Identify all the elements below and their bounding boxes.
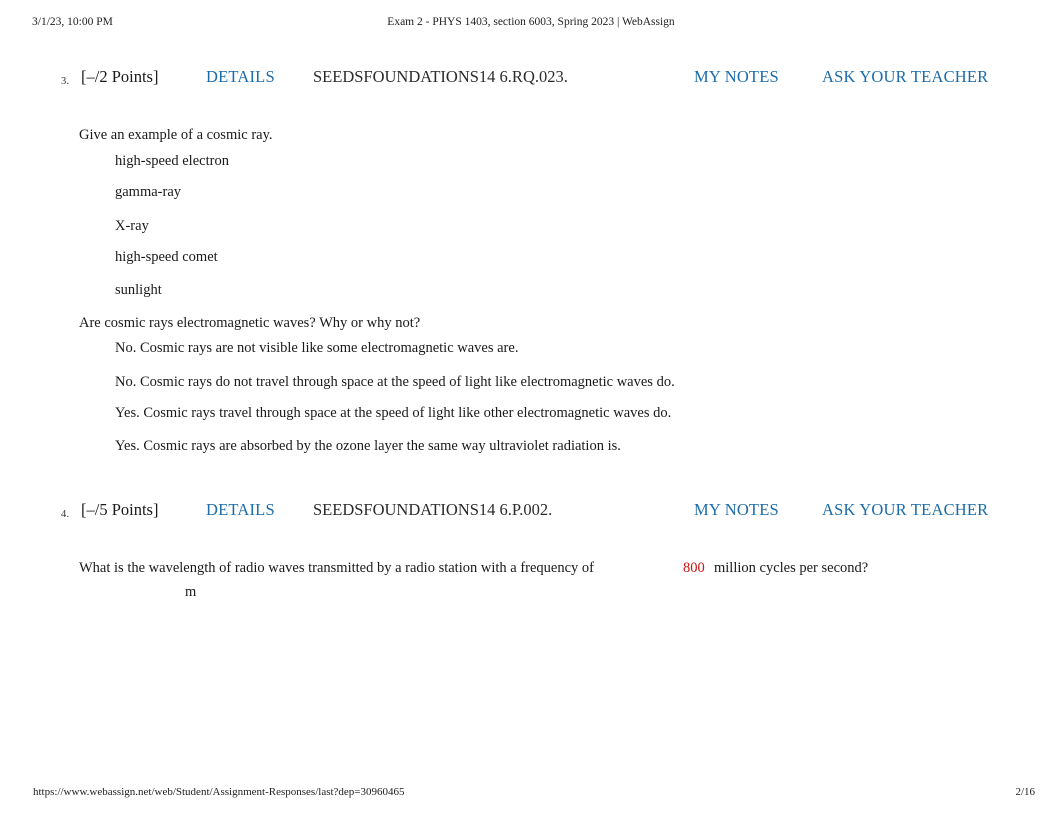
question-4-my-notes-link[interactable]: MY NOTES — [694, 500, 779, 520]
question-block-3: 3. [–/2 Points] DETAILS SEEDSFOUNDATIONS… — [0, 67, 1062, 93]
question-3-part-2-option-1[interactable]: No. Cosmic rays are not visible like som… — [115, 340, 518, 357]
question-3-part-1-option-4[interactable]: high-speed comet — [115, 249, 218, 266]
print-title: Exam 2 - PHYS 1403, section 6003, Spring… — [387, 16, 675, 28]
question-4-frequency-value: 800 — [683, 560, 705, 576]
question-3-number: 3. — [61, 76, 70, 87]
question-3-part-2-option-4[interactable]: Yes. Cosmic rays are absorbed by the ozo… — [115, 438, 621, 455]
question-4-prompt-before-value: What is the wavelength of radio waves tr… — [79, 560, 594, 576]
question-4-ask-teacher-link[interactable]: ASK YOUR TEACHER — [822, 500, 988, 520]
print-footer-page-number: 2/16 — [1015, 786, 1035, 798]
question-4-points: [–/5 Points] — [81, 500, 159, 519]
question-3-code: SEEDSFOUNDATIONS14 6.RQ.023. — [313, 67, 568, 86]
question-4-code: SEEDSFOUNDATIONS14 6.P.002. — [313, 500, 553, 519]
question-3-part-1-prompt: Give an example of a cosmic ray. — [79, 127, 273, 143]
question-3-details-link[interactable]: DETAILS — [206, 67, 275, 87]
question-4-header: 4. [–/5 Points] DETAILS SEEDSFOUNDATIONS… — [0, 500, 1062, 526]
question-block-4: 4. [–/5 Points] DETAILS SEEDSFOUNDATIONS… — [0, 500, 1062, 526]
question-3-part-2-option-2[interactable]: No. Cosmic rays do not travel through sp… — [115, 374, 675, 391]
question-3-ask-teacher-link[interactable]: ASK YOUR TEACHER — [822, 67, 988, 87]
question-3-part-1-option-2[interactable]: gamma-ray — [115, 184, 181, 201]
question-4-prompt-after-value: million cycles per second? — [714, 560, 869, 576]
question-4-answer-unit: m — [185, 584, 197, 600]
print-footer: https://www.webassign.net/web/Student/As… — [0, 786, 1062, 802]
question-3-part-1-option-3[interactable]: X-ray — [115, 218, 149, 235]
question-3-part-1-option-5[interactable]: sunlight — [115, 282, 162, 299]
question-3-points: [–/2 Points] — [81, 67, 159, 86]
question-3-part-1-option-1[interactable]: high-speed electron — [115, 153, 229, 170]
print-header: 3/1/23, 10:00 PM Exam 2 - PHYS 1403, sec… — [0, 16, 1062, 34]
question-3-my-notes-link[interactable]: MY NOTES — [694, 67, 779, 87]
question-4-details-link[interactable]: DETAILS — [206, 500, 275, 520]
print-footer-url: https://www.webassign.net/web/Student/As… — [33, 786, 405, 798]
question-3-header: 3. [–/2 Points] DETAILS SEEDSFOUNDATIONS… — [0, 67, 1062, 93]
question-4-number: 4. — [61, 509, 70, 520]
question-3-part-2-prompt: Are cosmic rays electromagnetic waves? W… — [79, 315, 421, 331]
question-3-part-2-option-3[interactable]: Yes. Cosmic rays travel through space at… — [115, 405, 671, 422]
